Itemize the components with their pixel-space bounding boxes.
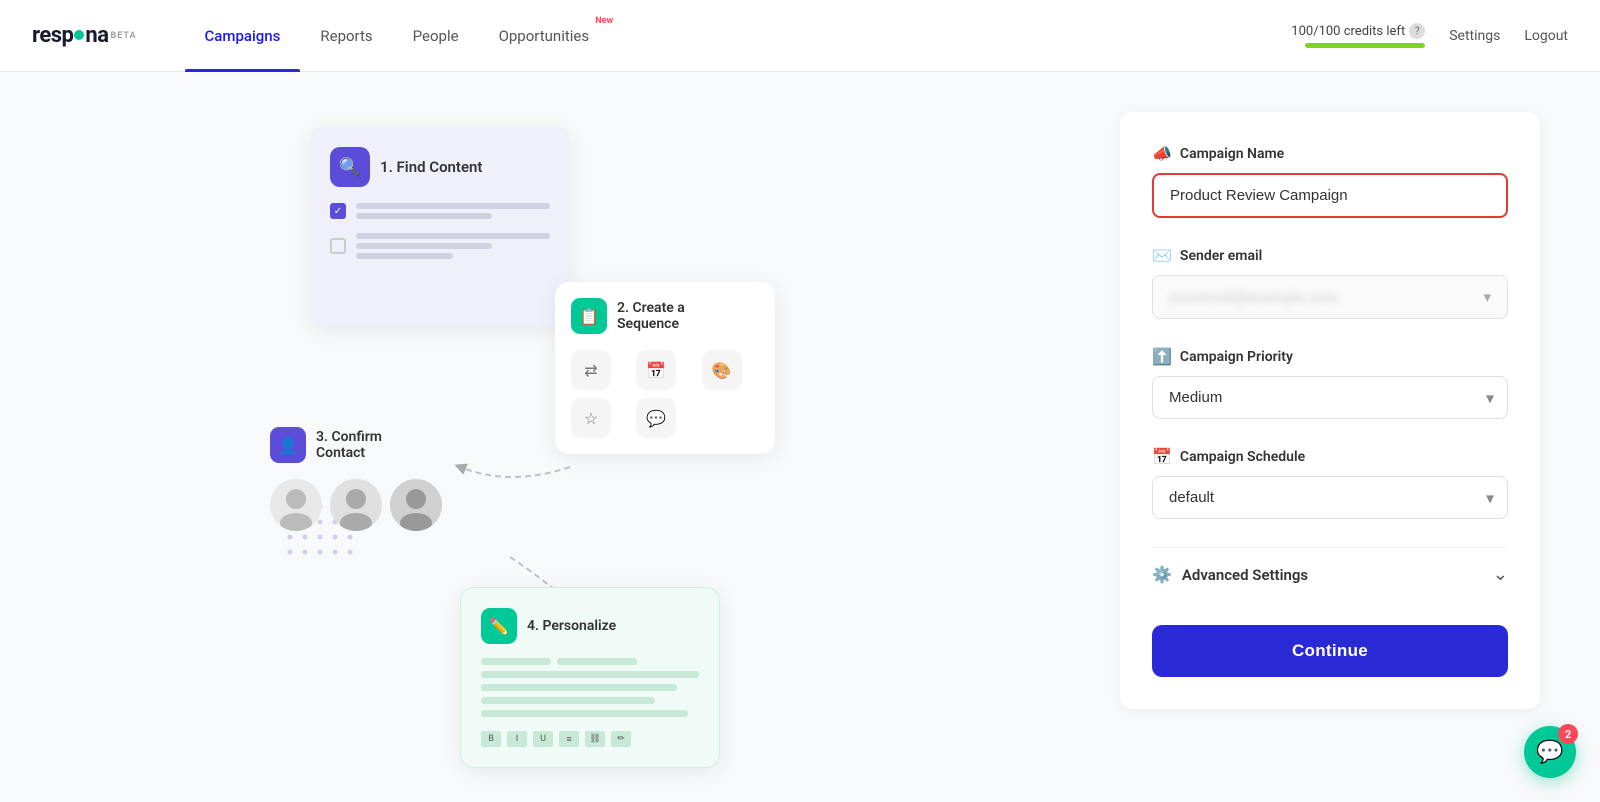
step3-header: 👤 3. Confirm Contact (270, 427, 442, 463)
step4-icon: ✏️ (481, 608, 517, 644)
step3-label: 3. Confirm Contact (316, 429, 382, 461)
schedule-icon: 📅 (1152, 447, 1172, 466)
navbar: respna BETA Campaigns Reports People Opp… (0, 0, 1600, 72)
priority-select[interactable]: Low Medium High (1152, 376, 1508, 419)
chat-icon: 💬 (636, 398, 676, 438)
format-btn[interactable]: ≡ (559, 731, 579, 747)
campaign-name-input[interactable] (1152, 173, 1508, 218)
nav-campaigns[interactable]: Campaigns (185, 0, 301, 72)
checked-item-icon (330, 203, 346, 219)
editor-toolbar: B I U ≡ ⛓ ✏ (481, 731, 699, 747)
continue-button[interactable]: Continue (1152, 625, 1508, 677)
opportunities-new-badge: New (595, 16, 613, 26)
share-icon: ⇄ (571, 350, 611, 390)
logo: respna BETA (32, 23, 137, 48)
campaign-form: 📣 Campaign Name ✉️ Sender email youremai… (1120, 112, 1540, 709)
step2-icons-grid: ⇄ 📅 🎨 ☆ 💬 (571, 350, 759, 438)
step4-box: ✏️ 4. Personalize B I U (460, 587, 720, 768)
campaign-priority-label: ⬆️ Campaign Priority (1152, 347, 1508, 366)
schedule-select-wrapper: default custom (1152, 476, 1508, 519)
illustration-container: 🔍 1. Find Content (260, 127, 820, 747)
unchecked-item-icon (330, 238, 346, 254)
credits-info-icon[interactable]: ? (1409, 23, 1425, 39)
chat-badge: 2 (1558, 724, 1578, 744)
pen-btn[interactable]: ✏ (611, 731, 631, 747)
step4-header: ✏️ 4. Personalize (481, 608, 699, 644)
sender-email-display: youremail@example.com ▾ (1152, 275, 1508, 319)
nav-settings-link[interactable]: Settings (1449, 28, 1500, 44)
megaphone-icon: 📣 (1152, 144, 1172, 163)
step2-label: 2. Create a Sequence (617, 300, 685, 332)
nav-logout-link[interactable]: Logout (1524, 28, 1568, 44)
bold-btn[interactable]: B (481, 731, 501, 747)
avatars-row (270, 479, 442, 531)
palette-icon: 🎨 (702, 350, 742, 390)
campaign-schedule-field: 📅 Campaign Schedule default custom (1152, 447, 1508, 519)
step2-icon: 📋 (571, 298, 607, 334)
underline-btn[interactable]: U (533, 731, 553, 747)
schedule-select[interactable]: default custom (1152, 476, 1508, 519)
step1-box: 🔍 1. Find Content (310, 127, 570, 327)
advanced-settings-toggle[interactable]: ⚙️ Advanced Settings ⌄ (1152, 547, 1508, 601)
avatar-2 (330, 479, 382, 531)
campaign-priority-field: ⬆️ Campaign Priority Low Medium High (1152, 347, 1508, 419)
step2-box: 📋 2. Create a Sequence ⇄ 📅 🎨 ☆ 💬 (555, 282, 775, 454)
italic-btn[interactable]: I (507, 731, 527, 747)
gear-icon: ⚙️ (1152, 565, 1172, 584)
nav-opportunities[interactable]: Opportunities New (479, 0, 622, 72)
illustration-area: 🔍 1. Find Content (0, 72, 1080, 802)
campaign-name-label: 📣 Campaign Name (1152, 144, 1508, 163)
step3-icon: 👤 (270, 427, 306, 463)
sender-email-field: ✉️ Sender email youremail@example.com ▾ (1152, 246, 1508, 319)
chat-bubble[interactable]: 💬 2 (1524, 726, 1576, 778)
sender-chevron-icon: ▾ (1483, 288, 1491, 306)
step4-label: 4. Personalize (527, 618, 616, 634)
step2-header: 📋 2. Create a Sequence (571, 298, 759, 334)
step4-content: B I U ≡ ⛓ ✏ (481, 658, 699, 747)
advanced-chevron-icon: ⌄ (1493, 564, 1508, 585)
link-btn[interactable]: ⛓ (585, 731, 605, 747)
priority-icon: ⬆️ (1152, 347, 1172, 366)
nav-right: 100/100 credits left ? Settings Logout (1291, 23, 1568, 48)
step1-icon: 🔍 (330, 147, 370, 187)
step3-box: 👤 3. Confirm Contact (270, 427, 442, 531)
beta-badge: BETA (111, 31, 137, 41)
credits-bar-fill (1305, 43, 1425, 48)
nav-reports[interactable]: Reports (300, 0, 392, 72)
form-area: 📣 Campaign Name ✉️ Sender email youremai… (1080, 72, 1600, 802)
main-content: 🔍 1. Find Content (0, 72, 1600, 802)
credits-bar (1305, 43, 1425, 48)
campaign-name-field: 📣 Campaign Name (1152, 144, 1508, 218)
sender-email-label: ✉️ Sender email (1152, 246, 1508, 265)
campaign-schedule-label: 📅 Campaign Schedule (1152, 447, 1508, 466)
envelope-icon: ✉️ (1152, 246, 1172, 265)
avatar-3 (390, 479, 442, 531)
chat-bubble-icon: 💬 (1536, 740, 1563, 765)
avatar-1 (270, 479, 322, 531)
step1-content (330, 203, 550, 259)
nav-people[interactable]: People (393, 0, 479, 72)
advanced-settings-left: ⚙️ Advanced Settings (1152, 565, 1308, 584)
credits-display: 100/100 credits left ? (1291, 23, 1425, 48)
priority-select-wrapper: Low Medium High (1152, 376, 1508, 419)
step1-label: 1. Find Content (380, 158, 482, 176)
nav-links: Campaigns Reports People Opportunities N… (185, 0, 622, 72)
star-icon: ☆ (571, 398, 611, 438)
logo-dot (74, 30, 84, 40)
calendar-icon: 📅 (636, 350, 676, 390)
